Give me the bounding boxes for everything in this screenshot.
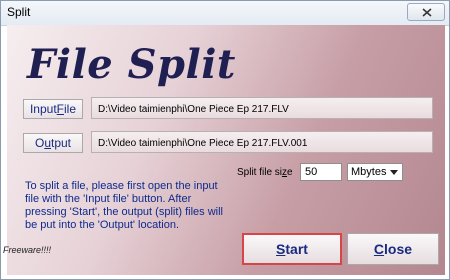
start-label-rest: tart bbox=[285, 241, 308, 257]
input-file-accelerator: F bbox=[56, 102, 65, 116]
output-label-start: O bbox=[34, 136, 45, 150]
freeware-text: Freeware!!!! bbox=[3, 245, 52, 255]
instructions-text: To split a file, please first open the i… bbox=[25, 180, 223, 231]
split-size-label-end: e bbox=[287, 167, 293, 178]
output-accelerator: u bbox=[44, 136, 51, 150]
output-label-end: tput bbox=[51, 136, 72, 150]
output-path-field[interactable]: D:\Video taimienphi\One Piece Ep 217.FLV… bbox=[91, 131, 433, 153]
app-heading: File Split bbox=[27, 41, 236, 88]
input-file-label-start: Input bbox=[29, 102, 57, 116]
window-close-button[interactable] bbox=[407, 3, 445, 21]
output-button[interactable]: Ou tput bbox=[23, 133, 83, 153]
close-button[interactable]: Close bbox=[347, 233, 439, 265]
start-accelerator: S bbox=[276, 241, 286, 257]
app-window: Split File Split Input File D:\Video tai… bbox=[0, 0, 450, 280]
start-button[interactable]: Start bbox=[242, 233, 342, 265]
input-file-path-field[interactable]: D:\Video taimienphi\One Piece Ep 217.FLV bbox=[91, 97, 433, 119]
split-size-label-start: Split file si bbox=[237, 167, 283, 178]
window-title: Split bbox=[7, 5, 31, 19]
input-file-button[interactable]: Input File bbox=[23, 99, 83, 119]
close-icon bbox=[422, 8, 432, 17]
split-size-label: Split file size bbox=[237, 167, 293, 178]
input-file-label-end: ile bbox=[64, 102, 77, 116]
close-label-rest: lose bbox=[384, 241, 413, 257]
unit-select[interactable]: Mbytes bbox=[347, 163, 403, 181]
unit-select-value: Mbytes bbox=[351, 166, 387, 178]
split-size-input[interactable]: 50 bbox=[300, 163, 342, 181]
title-bar: Split bbox=[1, 1, 449, 26]
close-accelerator: C bbox=[373, 241, 385, 257]
dialog-body: File Split Input File D:\Video taimienph… bbox=[7, 25, 445, 275]
chevron-down-icon bbox=[390, 170, 398, 175]
